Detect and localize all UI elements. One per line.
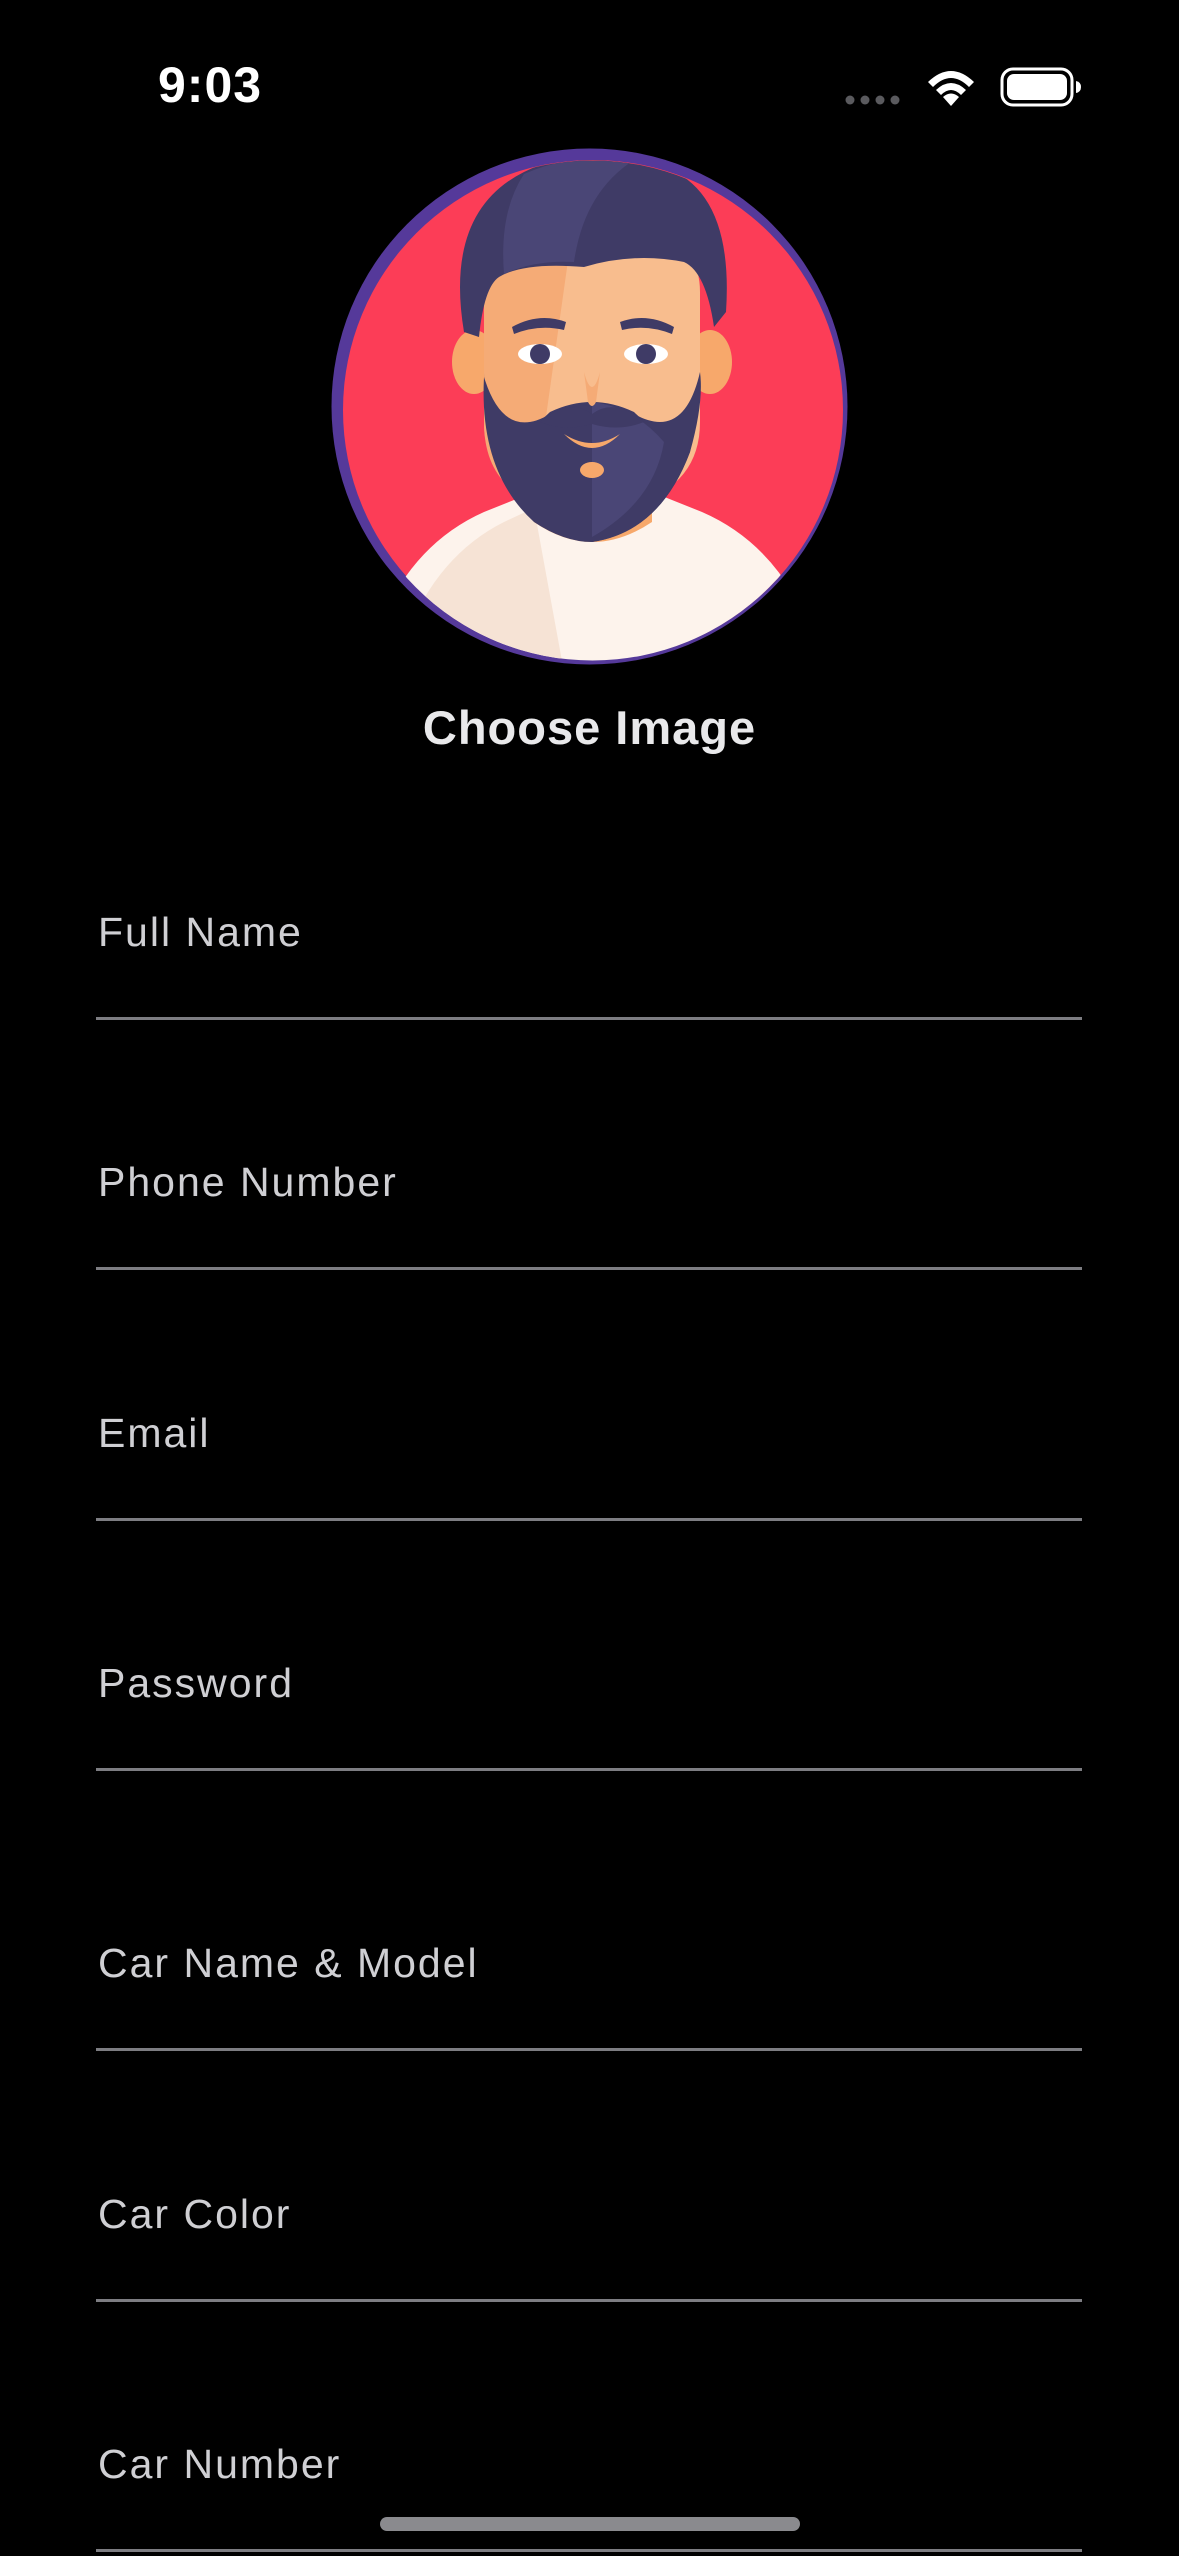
car-name-model-input[interactable] <box>98 1918 1082 2048</box>
car-name-model-field <box>96 1908 1082 2051</box>
profile-avatar[interactable] <box>331 148 848 665</box>
phone-number-field <box>96 1127 1082 1270</box>
password-field <box>96 1628 1082 1771</box>
phone-number-input[interactable] <box>98 1137 1082 1267</box>
status-time: 9:03 <box>158 57 263 113</box>
password-input[interactable] <box>98 1638 1082 1768</box>
car-color-input[interactable] <box>98 2169 1082 2299</box>
full-name-field <box>96 877 1082 1020</box>
home-indicator[interactable] <box>380 2517 800 2531</box>
email-field <box>96 1378 1082 1521</box>
battery-icon <box>1000 67 1081 107</box>
bearded-man-avatar-icon <box>331 148 848 665</box>
choose-image-button[interactable]: Choose Image <box>0 700 1179 755</box>
wifi-icon <box>928 71 974 106</box>
status-bar: 9:03 <box>0 0 1179 150</box>
car-color-field <box>96 2159 1082 2302</box>
signal-dots-icon <box>845 95 900 105</box>
full-name-input[interactable] <box>98 887 1082 1017</box>
email-input[interactable] <box>98 1388 1082 1518</box>
